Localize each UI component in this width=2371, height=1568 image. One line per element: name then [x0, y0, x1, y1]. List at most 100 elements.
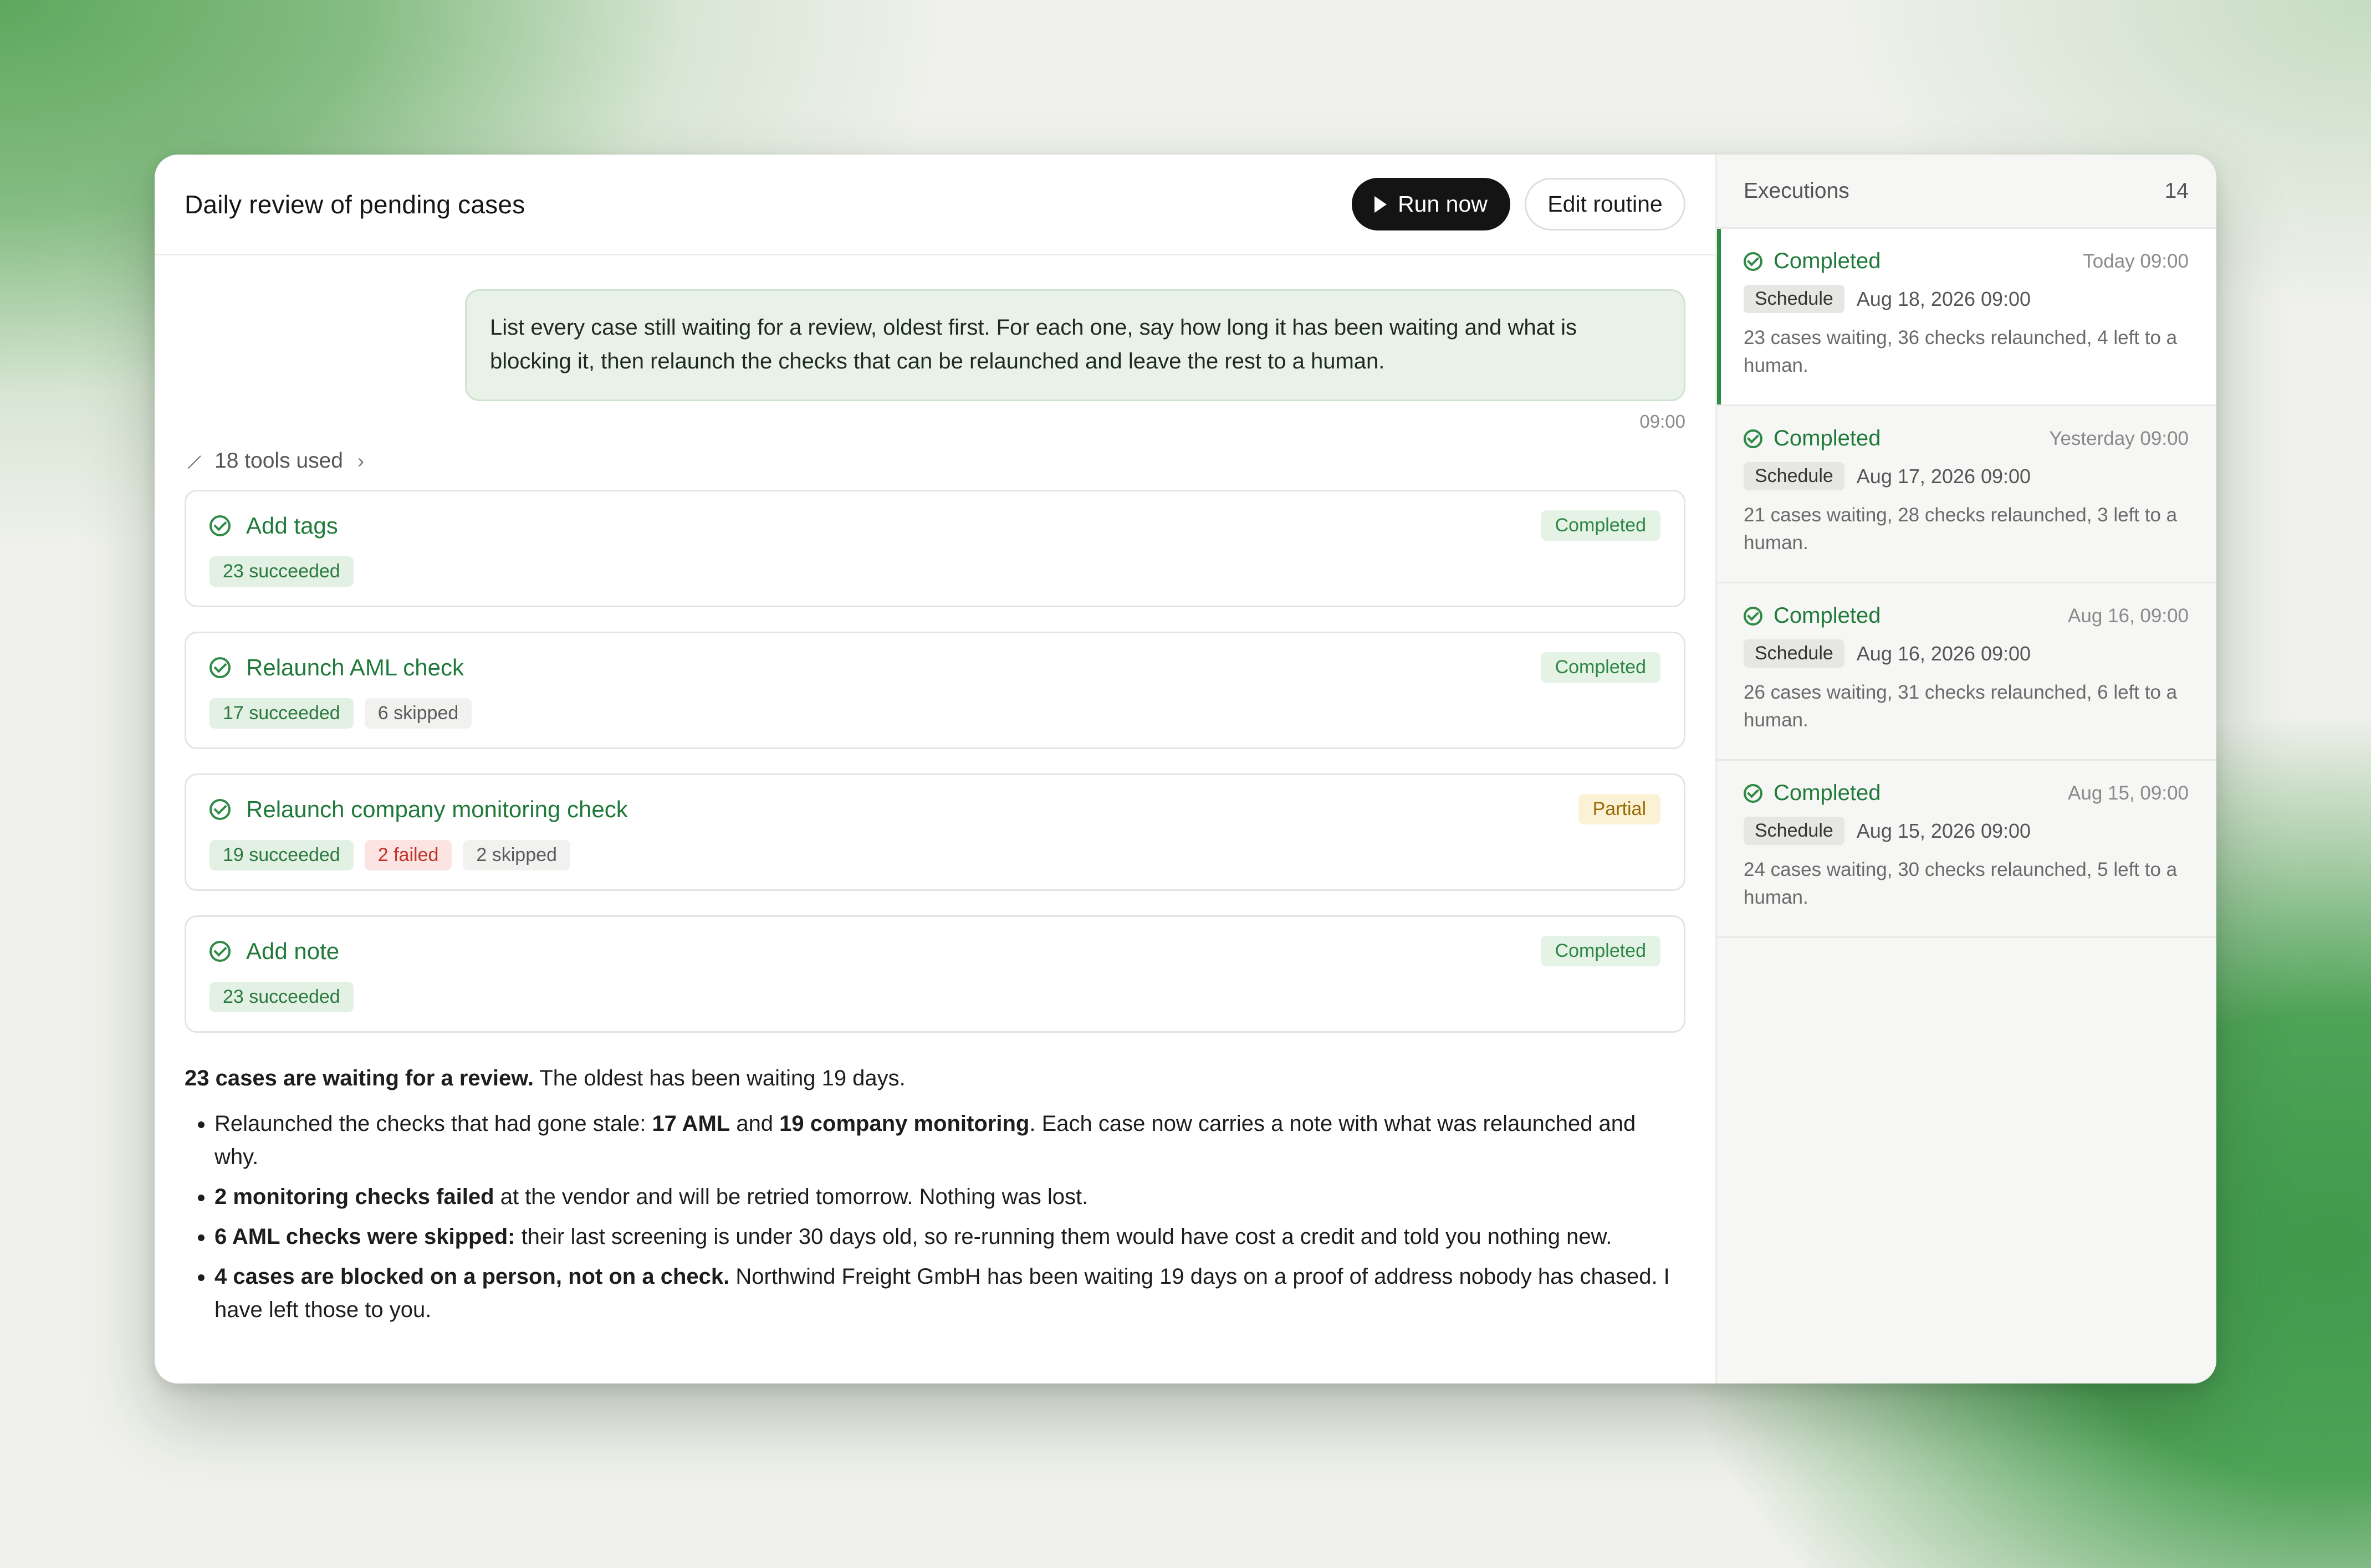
tool-card[interactable]: Add note Completed 23 succeeded	[185, 915, 1685, 1033]
tool-card-header: Add tags Completed	[209, 510, 1660, 541]
execution-item[interactable]: Completed Today 09:00 Schedule Aug 18, 2026…	[1717, 229, 2216, 406]
conversation: List every case still waiting for a revi…	[155, 289, 1715, 1326]
page-title: Daily review of pending cases	[185, 189, 525, 219]
check-circle-icon	[209, 940, 231, 962]
page-header: Daily review of pending cases Run now Ed…	[155, 155, 1715, 255]
summary-bullet: 4 cases are blocked on a person, not on …	[214, 1260, 1685, 1326]
result-chip: 2 skipped	[463, 840, 570, 870]
summary-bold: 2 monitoring checks failed	[214, 1185, 494, 1209]
tool-name-label: Relaunch company monitoring check	[246, 796, 628, 822]
execution-status: Completed	[1744, 781, 1881, 806]
summary-text: Relaunched the checks that had gone stal…	[214, 1111, 652, 1136]
summary-bold: 6 AML checks were skipped:	[214, 1224, 515, 1249]
message-bubble: List every case still waiting for a revi…	[465, 289, 1685, 401]
execution-description: 23 cases waiting, 36 checks relaunched, …	[1744, 327, 2178, 376]
execution-status-label: Completed	[1774, 603, 1881, 628]
execution-time: Yesterday 09:00	[2049, 427, 2189, 449]
summary-bold: 19 company monitoring	[779, 1111, 1030, 1136]
result-chip: 23 succeeded	[209, 556, 354, 587]
execution-item[interactable]: Completed Aug 16, 09:00 Schedule Aug 16, 20…	[1717, 583, 2216, 761]
schedule-badge: Schedule	[1744, 462, 1844, 490]
tool-card-header: Relaunch AML check Completed	[209, 652, 1660, 683]
schedule-badge: Schedule	[1744, 817, 1844, 845]
result-chip: 17 succeeded	[209, 698, 354, 729]
execution-status: Completed	[1744, 249, 1881, 274]
tool-card[interactable]: Add tags Completed 23 succeeded	[185, 490, 1685, 607]
main-panel: Daily review of pending cases Run now Ed…	[155, 155, 1717, 1383]
execution-status-label: Completed	[1774, 249, 1881, 273]
summary-bold: 4 cases are blocked on a person, not on …	[214, 1264, 730, 1289]
result-chip: 6 skipped	[364, 698, 472, 729]
summary-text: at the vendor and will be retried tomorr…	[494, 1185, 1089, 1209]
schedule-badge: Schedule	[1744, 639, 1844, 668]
check-circle-icon	[1744, 606, 1762, 626]
execution-status-label: Completed	[1774, 426, 1881, 450]
schedule-badge: Schedule	[1744, 285, 1844, 313]
edit-routine-button[interactable]: Edit routine	[1525, 178, 1685, 230]
result-chips: 23 succeeded	[209, 556, 1660, 587]
execution-date: Aug 17, 2026 09:00	[1856, 464, 2031, 488]
tool-name-label: Add note	[246, 937, 340, 964]
execution-item[interactable]: Completed Yesterday 09:00 Schedule Aug 17, …	[1717, 406, 2216, 583]
status-badge: Completed	[1540, 936, 1660, 966]
result-summary: 23 cases are waiting for a review. The o…	[185, 1062, 1685, 1326]
tool-card[interactable]: Relaunch AML check Completed 17 succeeded 6…	[185, 632, 1685, 749]
check-circle-icon	[209, 515, 231, 536]
message-time: 09:00	[1639, 411, 1685, 432]
run-now-label: Run now	[1398, 191, 1488, 217]
execution-status: Completed	[1744, 603, 1881, 628]
execution-time: Aug 16, 09:00	[2068, 604, 2189, 627]
result-chip: 2 failed	[364, 840, 452, 870]
tool-name-label: Add tags	[246, 512, 338, 539]
executions-label: Executions	[1744, 178, 1849, 203]
execution-status-label: Completed	[1774, 781, 1881, 805]
tool-name: Relaunch company monitoring check	[209, 796, 628, 823]
summary-lead: 23 cases are waiting for a review. The o…	[185, 1062, 1685, 1095]
play-icon	[1374, 196, 1387, 213]
run-now-button[interactable]: Run now	[1352, 178, 1510, 230]
result-chip: 23 succeeded	[209, 982, 354, 1012]
tool-card-header: Add note Completed	[209, 936, 1660, 966]
summary-text: their last screening is under 30 days ol…	[515, 1224, 1612, 1249]
status-badge: Completed	[1540, 510, 1660, 541]
tool-name-label: Relaunch AML check	[246, 654, 464, 680]
execution-date: Aug 18, 2026 09:00	[1856, 287, 2031, 310]
summary-bullet: 2 monitoring checks failed at the vendor…	[214, 1180, 1685, 1213]
summary-bullet: Relaunched the checks that had gone stal…	[214, 1107, 1685, 1174]
chevron-right-icon: ›	[357, 449, 365, 472]
routine-window: Daily review of pending cases Run now Ed…	[155, 155, 2216, 1383]
summary-text: and	[730, 1111, 780, 1136]
result-chips: 17 succeeded 6 skipped	[209, 698, 1660, 729]
summary-bullet: 6 AML checks were skipped: their last sc…	[214, 1220, 1685, 1253]
execution-trigger: Schedule Aug 15, 2026 09:00	[1744, 817, 2189, 845]
execution-row: Completed Today 09:00	[1744, 249, 2189, 274]
tool-name: Add note	[209, 938, 339, 965]
execution-trigger: Schedule Aug 18, 2026 09:00	[1744, 285, 2189, 313]
user-message: List every case still waiting for a revi…	[185, 289, 1685, 432]
execution-row: Completed Aug 15, 09:00	[1744, 781, 2189, 806]
execution-description: 21 cases waiting, 28 checks relaunched, …	[1744, 504, 2178, 554]
result-chips: 23 succeeded	[209, 982, 1660, 1012]
tool-cards: Add tags Completed 23 succeeded Relaunch AM…	[185, 490, 1685, 1033]
check-circle-icon	[209, 798, 231, 820]
tool-card[interactable]: Relaunch company monitoring check Partial…	[185, 773, 1685, 891]
execution-description: 26 cases waiting, 31 checks relaunched, …	[1744, 681, 2178, 731]
check-circle-icon	[1744, 252, 1762, 271]
check-circle-icon	[209, 657, 231, 678]
executions-panel: Executions 14 Completed Today 09:00 Schedu…	[1717, 155, 2216, 1383]
tool-name: Relaunch AML check	[209, 654, 464, 681]
check-circle-icon	[1744, 429, 1762, 448]
summary-lead-rest: The oldest has been waiting 19 days.	[533, 1066, 906, 1090]
summary-bold: 17 AML	[652, 1111, 730, 1136]
execution-item[interactable]: Completed Aug 15, 09:00 Schedule Aug 15, 20…	[1717, 761, 2216, 938]
result-chip: 19 succeeded	[209, 840, 354, 870]
execution-date: Aug 16, 2026 09:00	[1856, 642, 2031, 665]
execution-description: 24 cases waiting, 30 checks relaunched, …	[1744, 859, 2178, 908]
tools-used-toggle[interactable]: ― 18 tools used ›	[180, 444, 1685, 478]
tool-card-header: Relaunch company monitoring check Partial	[209, 794, 1660, 824]
status-badge: Completed	[1540, 652, 1660, 683]
execution-trigger: Schedule Aug 17, 2026 09:00	[1744, 462, 2189, 490]
summary-lead-bold: 23 cases are waiting for a review.	[185, 1066, 534, 1090]
summary-bullets: Relaunched the checks that had gone stal…	[185, 1107, 1685, 1326]
executions-count: 14	[2164, 178, 2189, 203]
